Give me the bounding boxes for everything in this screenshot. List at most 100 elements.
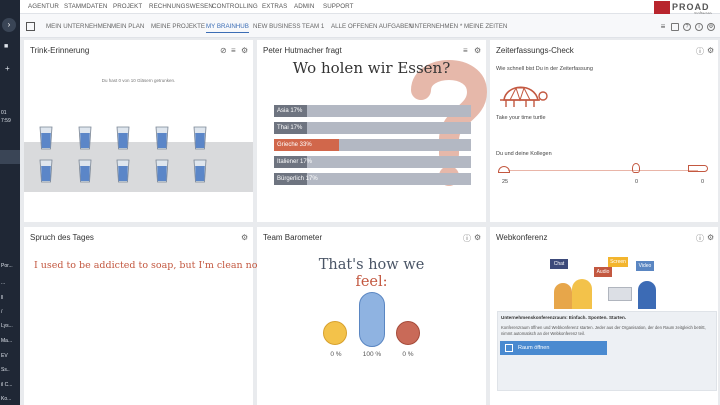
barometer-value-happy: 0 %	[330, 351, 342, 358]
sidebar-item[interactable]: Por...	[1, 263, 20, 269]
panel-poll: Peter Hutmacher fragt ≡ ⚙ Wo holen wir E…	[257, 40, 487, 222]
panel-title: Trink-Erinnerung	[30, 46, 90, 55]
sidebar-item[interactable]: ll	[1, 295, 20, 301]
menu-stammdaten[interactable]: STAMMDATEN	[64, 3, 107, 10]
settings-icon[interactable]: ⚙	[707, 46, 714, 55]
poll-question: Wo holen wir Essen?	[292, 59, 451, 77]
speed-line	[508, 170, 698, 171]
glasses-shelf	[24, 142, 253, 192]
menu-support[interactable]: SUPPORT	[323, 3, 354, 10]
poll-option-bar[interactable]: Italiener 17%	[274, 156, 471, 168]
water-glass-icon[interactable]	[155, 126, 169, 150]
tab-mein-unternehmen[interactable]: MEIN UNTERNEHMEN	[46, 23, 111, 30]
external-link-icon	[505, 344, 513, 352]
audio-bubble: Audio	[594, 267, 612, 277]
raum-oeffnen-button[interactable]: Raum öffnen	[500, 341, 607, 355]
sidebar-item[interactable]: Lys...	[1, 323, 20, 329]
tab-new-business[interactable]: NEW BUSINESS	[253, 23, 300, 30]
sidebar-item[interactable]: EV	[1, 353, 20, 359]
top-menu: AGENTUR STAMMDATEN PROJEKT RECHNUNGSWESE…	[20, 0, 720, 14]
settings-icon[interactable]: ⚙	[474, 233, 481, 242]
webkonferenz-box-text: Konferenzraum öffnen und Webkonferenz st…	[501, 325, 706, 336]
tab-meine-zeiten[interactable]: MEINE ZEITEN	[464, 23, 507, 30]
settings-icon[interactable]: ⚙	[707, 233, 714, 242]
poll-option-bar[interactable]: Asia 17%	[274, 105, 471, 117]
face-happy-icon[interactable]	[323, 321, 347, 345]
sidebar-item[interactable]: /	[1, 309, 20, 315]
poll-option-label: Grieche 33%	[277, 141, 312, 148]
info-icon[interactable]: ⓘ	[696, 46, 704, 57]
left-sidebar: › ■ + 01 7:59 Por... ... ll / Lys... Ma.…	[0, 0, 20, 405]
info-icon[interactable]: ⓘ	[463, 233, 471, 244]
water-glass-icon[interactable]	[155, 159, 169, 183]
menu-icon[interactable]: ≡	[659, 23, 667, 31]
menu-projekt[interactable]: PROJEKT	[113, 3, 142, 10]
menu-icon[interactable]: ≡	[463, 46, 468, 55]
water-glass-icon[interactable]	[116, 159, 130, 183]
tab-meine-projekte[interactable]: MEINE PROJEKTE	[151, 23, 205, 30]
zeit-result: Take your time turtle	[496, 115, 546, 121]
poll-option-label: Italiener 17%	[277, 158, 313, 165]
info-icon[interactable]: ⓘ	[696, 233, 704, 244]
menu-agentur[interactable]: AGENTUR	[28, 3, 59, 10]
sidebar-item[interactable]: il C...	[1, 382, 20, 388]
face-neutral-icon[interactable]	[359, 292, 385, 347]
rocket-icon	[688, 165, 708, 172]
person-2	[572, 279, 592, 309]
sidebar-item[interactable]: Ma...	[1, 338, 20, 344]
settings-icon[interactable]: ⚙	[241, 233, 248, 242]
zeit-question: Wie schnell bist Du in der Zeiterfassung	[496, 66, 593, 72]
water-glass-icon[interactable]	[116, 126, 130, 150]
person-3	[638, 281, 656, 309]
menu-controlling[interactable]: CONTROLLING	[212, 3, 258, 10]
water-glass-icon[interactable]	[193, 126, 207, 150]
poll-option-bar[interactable]: Thai 17%	[274, 122, 471, 134]
settings-icon[interactable]: ⚙	[707, 23, 715, 31]
sidebar-toggle-button[interactable]: ›	[2, 18, 16, 32]
menu-admin[interactable]: ADMIN	[294, 3, 314, 10]
face-sad-icon[interactable]	[396, 321, 420, 345]
webkonferenz-box-title: Unternehmenskonferenzraum: Einfach. Spon…	[501, 315, 627, 320]
sidebar-item: 7:59	[1, 118, 11, 124]
water-glass-icon[interactable]	[39, 126, 53, 150]
barometer-heading-1: That's how we	[318, 257, 425, 273]
water-glass-icon[interactable]	[39, 159, 53, 183]
sidebar-item[interactable]: ...	[1, 280, 20, 286]
poll-option-label: Asia 17%	[277, 107, 303, 114]
sidebar-item[interactable]: Ss..	[1, 367, 20, 373]
tab-bar: MEIN UNTERNEHMEN MEIN PLAN MEINE PROJEKT…	[20, 14, 720, 38]
tab-alle-offenen-aufgaben[interactable]: ALLE OFFENEN AUFGABEN	[331, 23, 413, 30]
tab-unternehmen[interactable]: UNTERNEHMEN *	[410, 23, 462, 30]
poll-option-bar[interactable]: Bürgerlich 17%	[274, 173, 471, 185]
sidebar-icon-video[interactable]: ■	[4, 43, 23, 50]
info-icon[interactable]: i	[695, 23, 703, 31]
sidebar-add-icon[interactable]: +	[5, 64, 24, 73]
dashboard-grid-icon[interactable]	[26, 22, 35, 31]
tab-my-brainhub[interactable]: MY BRAINHUB	[206, 23, 249, 33]
settings-icon[interactable]: ⚙	[474, 46, 481, 55]
water-glass-icon[interactable]	[78, 159, 92, 183]
tab-mein-plan[interactable]: MEIN PLAN	[111, 23, 144, 30]
count-turtle: 25	[502, 179, 509, 185]
turtle-small-icon	[498, 166, 510, 173]
sidebar-item[interactable]: Ko...	[1, 396, 20, 402]
panel-title: Spruch des Tages	[30, 233, 94, 242]
sidebar-item-active[interactable]	[0, 150, 20, 164]
menu-rechnungswesen[interactable]: RECHNUNGSWESEN	[149, 3, 213, 10]
panel-title: Peter Hutmacher fragt	[263, 46, 342, 55]
water-glass-icon[interactable]	[193, 159, 207, 183]
mute-icon[interactable]: ⊘	[220, 46, 227, 55]
tab-team-1[interactable]: TEAM 1	[302, 23, 324, 30]
poll-option-bar[interactable]: Grieche 33%	[274, 139, 471, 151]
help-icon[interactable]: ?	[683, 23, 691, 31]
laptop	[608, 287, 632, 301]
menu-extras[interactable]: EXTRAS	[262, 3, 287, 10]
turtle-icon	[500, 86, 548, 107]
monitor-icon[interactable]	[671, 23, 679, 31]
panel-spruch: Spruch des Tages ⚙	[24, 227, 253, 405]
sidebar-item: 01	[1, 110, 7, 116]
settings-icon[interactable]: ⚙	[241, 46, 248, 55]
screen-bubble: Screen	[608, 257, 628, 267]
water-glass-icon[interactable]	[78, 126, 92, 150]
menu-icon[interactable]: ≡	[231, 46, 236, 55]
